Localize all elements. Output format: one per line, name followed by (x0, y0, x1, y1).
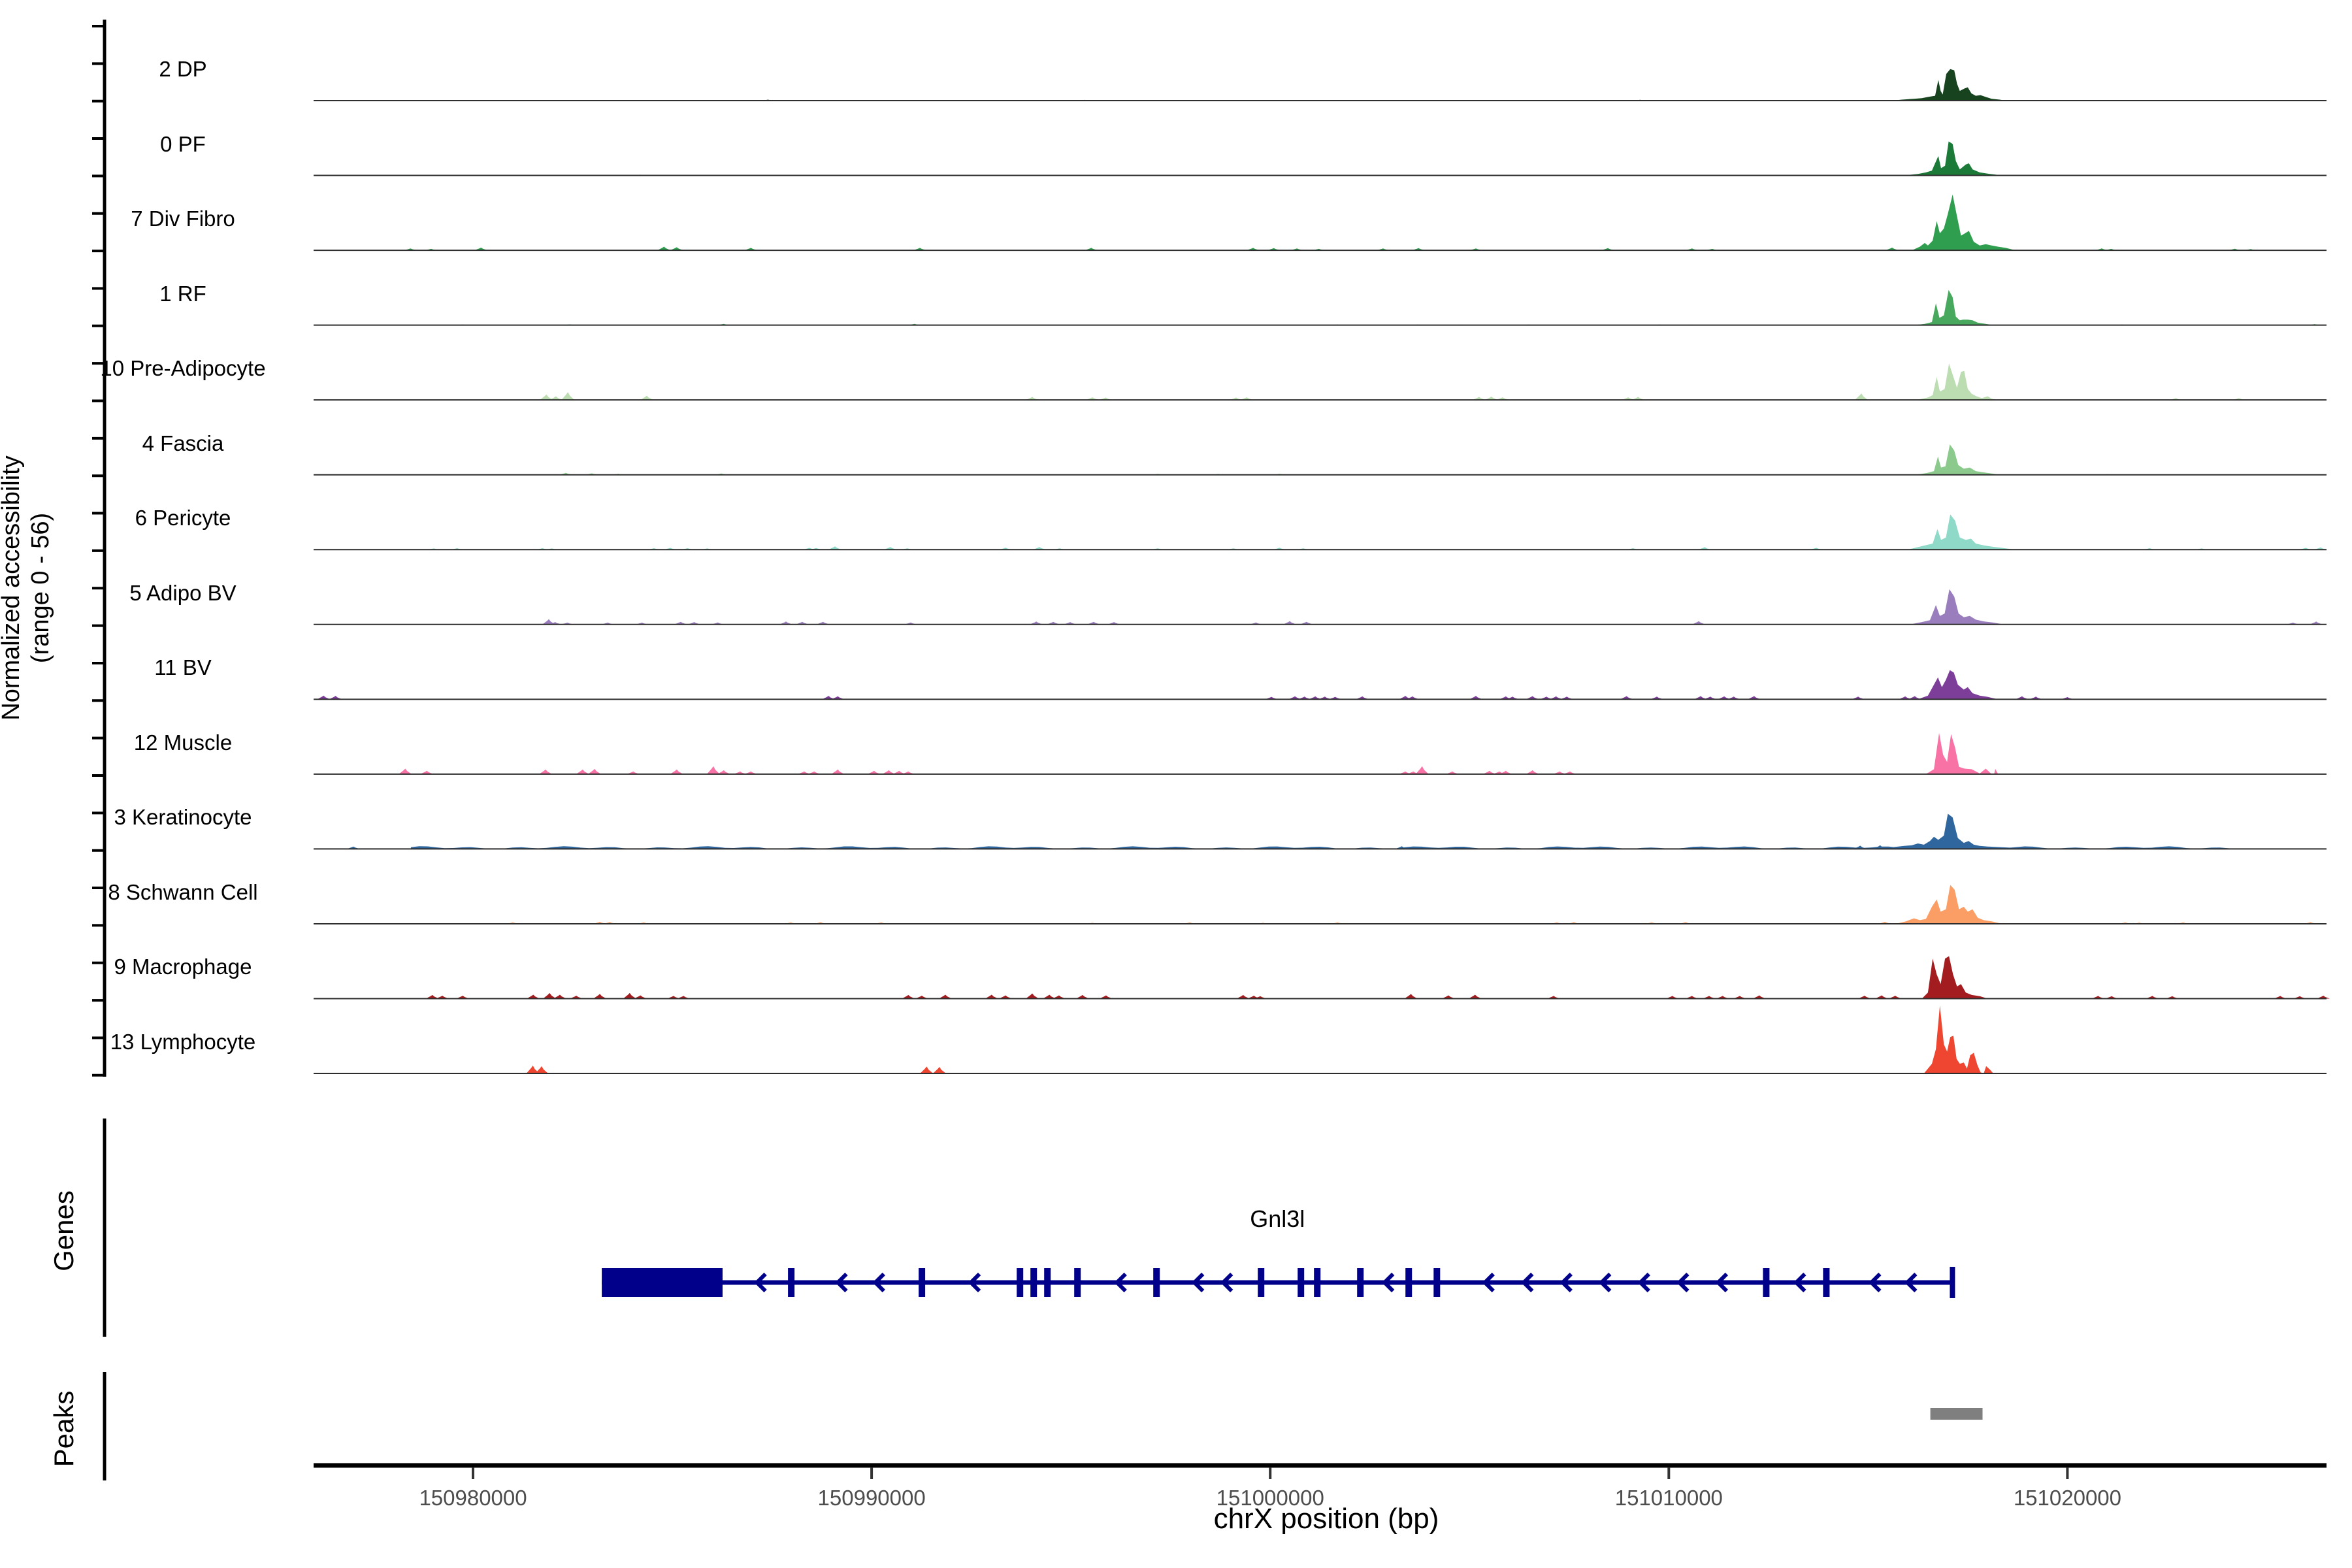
gene-exon (1314, 1268, 1320, 1297)
track-8-schwann-cell (314, 885, 2327, 924)
track-3-keratinocyte (314, 814, 2327, 849)
track-label-4-fascia: 4 Fascia (39, 431, 327, 457)
gene-exon (1298, 1268, 1304, 1297)
gene-exon (1357, 1268, 1364, 1297)
gene-model-gnl3l (602, 1267, 1955, 1298)
track-12-muscle-noise (576, 770, 589, 774)
track-4-fascia (314, 444, 2327, 474)
track-label-10-pre-adipocyte: 10 Pre-Adipocyte (39, 355, 327, 382)
track-5-adipo-bv (314, 589, 2327, 625)
track-12-muscle-noise (831, 770, 844, 774)
track-9-macrophage (314, 956, 2330, 999)
track-label-13-lymphocyte: 13 Lymphocyte (39, 1029, 327, 1055)
genes-section-label: Genes (46, 1126, 82, 1335)
x-axis-tick-label: 151010000 (1571, 1486, 1767, 1511)
gene-exon (1258, 1268, 1264, 1297)
tracks-plot-canvas (0, 0, 2352, 1568)
track-12-muscle-noise (707, 766, 720, 774)
track-0-pf (314, 142, 2327, 176)
track-8-schwann-cell-signal (1896, 885, 2002, 924)
track-label-6-pericyte: 6 Pericyte (39, 505, 327, 531)
x-axis-title: chrX position (bp) (1130, 1503, 1522, 1535)
track-12-muscle-noise (670, 770, 683, 774)
track-12-muscle-noise (588, 769, 601, 774)
gene-tss-exon (1950, 1267, 1955, 1298)
track-label-8-schwann-cell: 8 Schwann Cell (39, 879, 327, 906)
track-12-muscle-noise (1416, 766, 1429, 774)
track-label-0-pf: 0 PF (39, 131, 327, 157)
track-9-macrophage-noise (623, 993, 636, 999)
track-10-pre-adipocyte (314, 363, 2327, 400)
track-11-bv (314, 670, 2327, 700)
track-label-1-rf: 1 RF (39, 281, 327, 307)
track-10-pre-adipocyte-noise (540, 395, 553, 400)
track-13-lymphocyte-noise (920, 1066, 933, 1073)
track-2-dp-signal (1892, 69, 2006, 101)
track-label-12-muscle: 12 Muscle (39, 730, 327, 756)
track-7-div-fibro-signal (1912, 195, 2016, 250)
track-13-lymphocyte-noise (933, 1067, 946, 1073)
track-9-macrophage-signal (1922, 956, 1988, 999)
track-9-macrophage-noise (593, 994, 606, 998)
x-axis-tick-label: 150990000 (774, 1486, 970, 1511)
track-4-fascia-signal (1916, 444, 2000, 474)
x-axis-tick-label: 151020000 (1969, 1486, 2165, 1511)
called-peak-box (1931, 1408, 1983, 1420)
gene-exon (1017, 1268, 1023, 1297)
track-10-pre-adipocyte-noise (561, 392, 574, 400)
gene-exon (1405, 1268, 1412, 1297)
track-6-pericyte-signal (1908, 514, 2016, 549)
gene-exon (919, 1268, 925, 1297)
track-11-bv-signal (1918, 670, 1998, 700)
track-label-9-macrophage: 9 Macrophage (39, 954, 327, 980)
track-9-macrophage-noise (1405, 994, 1418, 998)
track-label-2-dp: 2 DP (39, 56, 327, 82)
gene-exon (1030, 1268, 1037, 1297)
y-axis-title-line1: Normalized accessibility (0, 455, 26, 720)
gene-exon (1433, 1268, 1440, 1297)
gene-terminal-exon (602, 1268, 723, 1297)
track-label-5-adipo-bv: 5 Adipo BV (39, 580, 327, 606)
peaks-section-label: Peaks (46, 1324, 82, 1533)
track-3-keratinocyte-signal (1888, 814, 2012, 849)
track-label-11-bv: 11 BV (39, 655, 327, 681)
track-2-dp (314, 69, 2327, 101)
track-label-3-keratinocyte: 3 Keratinocyte (39, 804, 327, 830)
track-5-adipo-bv-signal (1910, 589, 2003, 625)
gene-exon (1153, 1268, 1160, 1297)
gene-exon (788, 1268, 794, 1297)
track-10-pre-adipocyte-signal (1916, 363, 1998, 400)
genome-browser-figure: Normalized accessibility (range 0 - 56) … (0, 0, 2352, 1568)
track-10-pre-adipocyte-noise (1855, 393, 1868, 400)
track-13-lymphocyte-noise (535, 1066, 548, 1073)
track-13-lymphocyte-signal (1924, 1005, 1993, 1073)
track-0-pf-signal (1904, 142, 2004, 176)
gene-exon (1763, 1268, 1769, 1297)
track-label-7-div-fibro: 7 Div Fibro (39, 206, 327, 232)
gene-exon (1044, 1268, 1051, 1297)
track-1-rf-signal (1914, 290, 1994, 325)
track-12-muscle-signal (1925, 733, 1998, 774)
x-axis (314, 1465, 2327, 1479)
x-axis-tick-label: 150980000 (375, 1486, 571, 1511)
track-13-lymphocyte (314, 1005, 2327, 1073)
gene-exon (1823, 1268, 1829, 1297)
track-7-div-fibro (314, 195, 2327, 250)
track-9-macrophage-noise (1026, 994, 1039, 999)
track-12-muscle-noise (399, 769, 412, 774)
y-axis (92, 20, 105, 1077)
track-12-muscle (314, 733, 2327, 774)
gene-name-label: Gnl3l (1179, 1205, 1375, 1233)
track-12-muscle-noise (539, 770, 552, 774)
track-9-macrophage-noise (543, 993, 556, 999)
gene-exon (1074, 1268, 1081, 1297)
track-6-pericyte (314, 514, 2327, 549)
track-1-rf (314, 290, 2327, 325)
